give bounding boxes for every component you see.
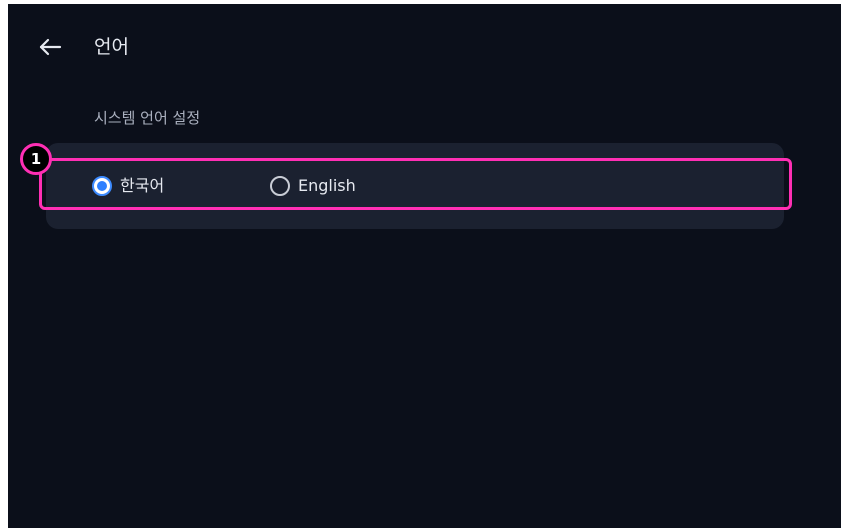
system-language-label: 시스템 언어 설정 <box>94 109 201 127</box>
annotation-marker: 1 <box>20 143 52 175</box>
language-settings-screen: 언어 시스템 언어 설정 한국어 English 1 <box>8 4 841 528</box>
page-title: 언어 <box>94 36 129 58</box>
arrow-left-icon <box>39 38 62 56</box>
back-button[interactable] <box>36 34 66 60</box>
annotation-highlight-box <box>39 158 792 210</box>
